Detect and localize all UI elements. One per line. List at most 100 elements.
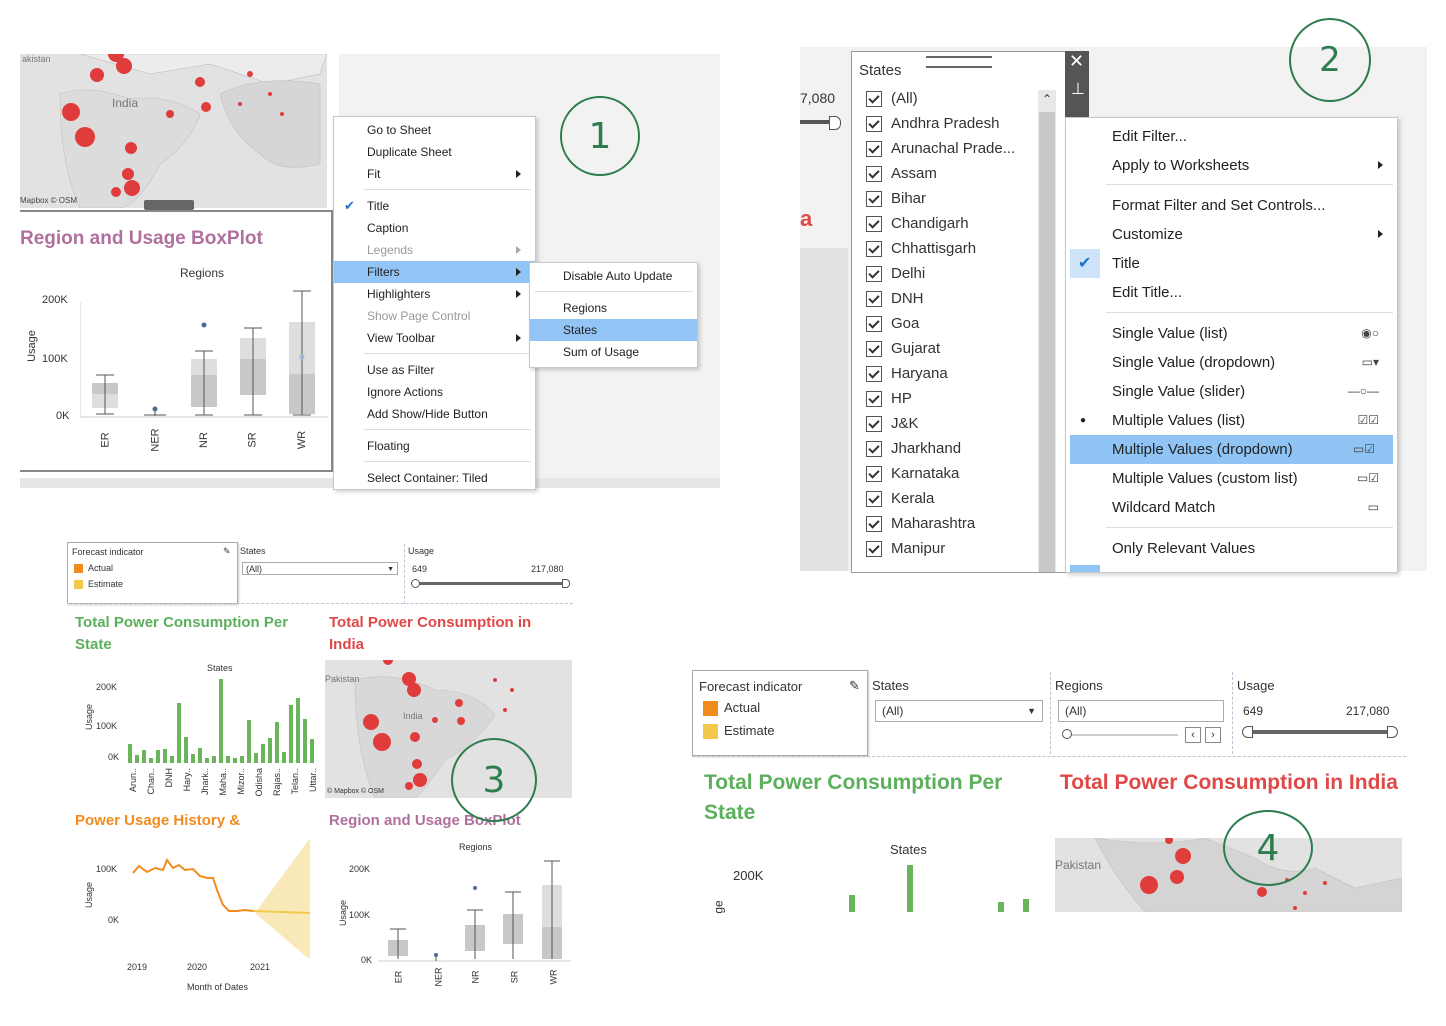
edit-icon[interactable]: ✎ [849,678,860,694]
state-option[interactable]: Maharashtra [866,511,975,536]
state-option[interactable]: Andhra Pradesh [866,111,999,136]
p3-usage-slider[interactable] [414,582,568,585]
swatch-estimate [74,580,83,590]
p4-regions-slider[interactable] [1064,734,1178,736]
menu-multiple-values-custom-list[interactable]: Multiple Values (custom list) ▭☑ [1066,464,1397,493]
menu-show-page-control[interactable]: Show Page Control [334,305,535,327]
drag-grip-icon[interactable] [926,56,992,68]
scrollbar[interactable]: ⌃ [1038,90,1056,572]
state-option[interactable]: HP [866,386,912,411]
state-option[interactable]: (All) [866,86,918,111]
state-option[interactable]: Kerala [866,486,934,511]
prev-icon[interactable]: ‹ [1185,727,1201,743]
state-option[interactable]: J&K [866,411,919,436]
submenu-regions[interactable]: Regions [530,297,697,319]
state-option[interactable]: Bihar [866,186,926,211]
menu-wildcard-match[interactable]: Wildcard Match ▭ [1066,493,1397,522]
submenu-disable-auto-update[interactable]: Disable Auto Update [530,265,697,287]
slider-handle-max[interactable] [562,579,570,588]
scroll-thumb[interactable] [1039,112,1055,572]
menu-highlighters[interactable]: Highlighters [334,283,535,305]
menu-view-toolbar[interactable]: View Toolbar [334,327,535,349]
state-option[interactable]: Delhi [866,261,925,286]
x-tick: NER [149,428,162,452]
annotation-1: 1 [560,96,640,176]
legend-item-actual[interactable]: Actual [703,700,760,717]
menu-go-to-sheet[interactable]: Go to Sheet [334,119,535,141]
slider-handle-max[interactable] [1387,726,1398,738]
menu-format-filter[interactable]: Format Filter and Set Controls... [1066,191,1397,220]
state-option[interactable]: Goa [866,311,919,336]
y-tick: 200K [96,682,118,692]
menu-single-value-slider[interactable]: Single Value (slider) —○— [1066,377,1397,406]
menu-legends[interactable]: Legends [334,239,535,261]
state-option[interactable]: Chandigarh [866,211,969,236]
menu-multiple-values-dropdown[interactable]: Multiple Values (dropdown) ▭☑ [1070,435,1393,464]
menu-apply-to-worksheets[interactable]: Apply to Worksheets [1066,151,1397,180]
menu-use-as-filter[interactable]: Use as Filter [334,359,535,381]
menu-add-show-hide-button[interactable]: Add Show/Hide Button [334,403,535,425]
next-icon[interactable]: › [1205,727,1221,743]
state-option[interactable]: Gujarat [866,336,940,361]
p4-usage-slider[interactable] [1246,730,1395,734]
edit-icon[interactable]: ✎ [223,546,231,557]
panel1-boxplot-sheet[interactable]: Region and Usage BoxPlot Regions Usage 2… [20,210,333,472]
state-option[interactable]: Assam [866,161,937,186]
menu-edit-filter[interactable]: Edit Filter... [1066,122,1397,151]
menu-only-relevant-values[interactable]: Only Relevant Values [1066,534,1397,563]
menu-duplicate-sheet[interactable]: Duplicate Sheet [334,141,535,163]
panel1-map[interactable]: akistan India Mapbox © OSM [20,54,327,208]
close-icon[interactable]: ✕ [1069,51,1084,72]
bullet-icon: ● [1080,415,1087,426]
menu-select-container[interactable]: Select Container: Tiled [334,467,535,489]
submenu-arrow-icon [516,290,521,298]
menu-title[interactable]: ✔ Title [1066,249,1397,278]
panel1-map-svg [59,54,327,208]
checkbox-icon [866,141,882,158]
menu-multiple-values-list[interactable]: ● Multiple Values (list) ☑☑ [1066,406,1397,435]
state-option[interactable]: DNH [866,286,924,311]
state-option[interactable]: Haryana [866,361,948,386]
menu-title[interactable]: ✔ Title [334,195,535,217]
slider-handle[interactable] [829,116,841,130]
state-option[interactable]: Arunachal Prade... [866,136,1015,161]
p4-title-bar: Total Power Consumption Per State [704,771,1003,824]
x-tick: Mizor.. [236,768,246,795]
drag-handle[interactable] [144,200,194,210]
state-option[interactable]: Manipur [866,536,945,561]
submenu-states[interactable]: States [530,319,697,341]
map-credit: Mapbox © OSM [20,196,78,205]
submenu-sum-of-usage[interactable]: Sum of Usage [530,341,697,363]
state-option[interactable]: Karnataka [866,461,959,486]
panel2-map-fragment [800,248,848,571]
submenu-arrow-icon [1378,230,1383,238]
p4-title-map: Total Power Consumption in India [1060,771,1398,794]
x-tick: Telan.. [290,768,300,795]
menu-ignore-actions[interactable]: Ignore Actions [334,381,535,403]
slider-handle[interactable] [1062,729,1072,739]
menu-single-value-list[interactable]: Single Value (list) ◉○ [1066,319,1397,348]
pin-icon[interactable]: ⊥ [1071,79,1085,99]
menu-filters[interactable]: Filters [334,261,535,283]
legend-item-estimate[interactable]: Estimate [74,579,123,590]
slider-handle-min[interactable] [411,579,420,588]
menu-caption[interactable]: Caption [334,217,535,239]
state-option[interactable]: Chhattisgarh [866,236,976,261]
state-option[interactable]: Jharkhand [866,436,961,461]
p4-regions-input[interactable]: (All) [1058,700,1224,722]
annotation-2: 2 [1289,18,1371,102]
p3-bar-xticks: Arun.. Chan.. DNH Hary.. Jhark.. Maha.. … [128,768,320,798]
p4-bar-chart [849,865,1029,912]
p4-states-dropdown[interactable]: (All) ▼ [875,700,1043,722]
legend-item-estimate[interactable]: Estimate [703,723,775,740]
menu-floating[interactable]: Floating [334,435,535,457]
menu-fit[interactable]: Fit [334,163,535,185]
checkbox-icon [866,241,882,258]
menu-edit-title[interactable]: Edit Title... [1066,278,1397,307]
menu-single-value-dropdown[interactable]: Single Value (dropdown) ▭▾ [1066,348,1397,377]
menu-customize[interactable]: Customize [1066,220,1397,249]
p3-states-dropdown[interactable]: (All) ▼ [242,562,398,575]
legend-item-actual[interactable]: Actual [74,563,113,574]
slider-handle-min[interactable] [1242,726,1253,738]
scroll-up-icon[interactable]: ⌃ [1042,92,1052,106]
